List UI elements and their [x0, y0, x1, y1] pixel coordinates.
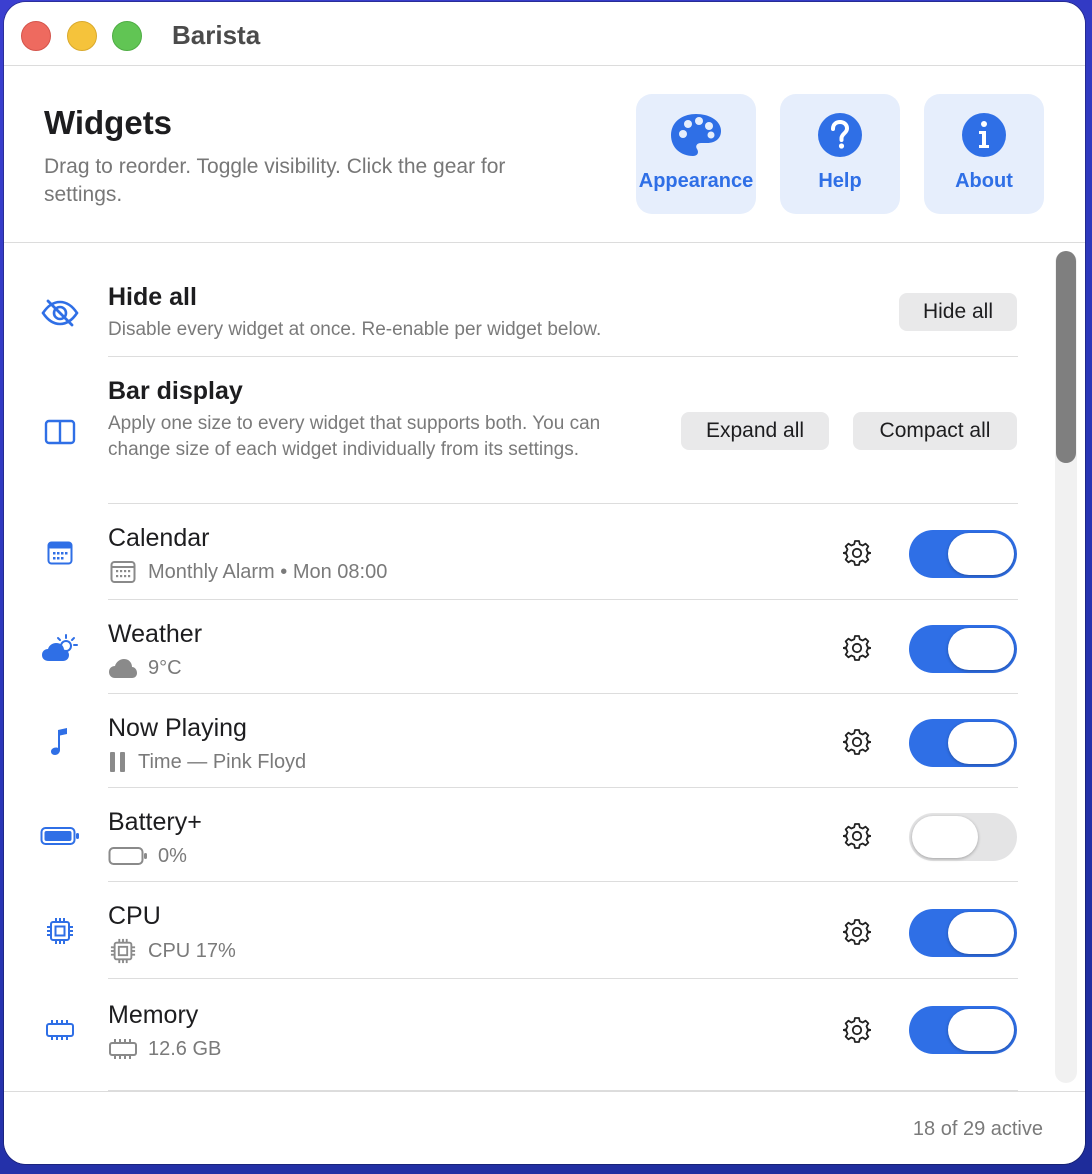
- title-bar: Barista: [4, 2, 1085, 66]
- page-subtitle: Drag to reorder. Toggle visibility. Clic…: [44, 155, 506, 206]
- battery-empty-icon: [108, 843, 148, 869]
- minimize-window-button[interactable]: [67, 21, 97, 51]
- window-title: Barista: [172, 20, 261, 50]
- widget-row-calendar[interactable]: Calendar Monthly Alarm • Mon 08:00: [4, 504, 1044, 600]
- active-count: 18 of 29 active: [912, 1118, 1043, 1140]
- bar-display-row: Bar display Apply one size to every widg…: [4, 357, 1044, 504]
- widget-name: Calendar: [108, 524, 210, 552]
- info-circle-icon: [962, 113, 1006, 157]
- hide-all-title: Hide all: [108, 283, 197, 311]
- scrollbar-thumb[interactable]: [1056, 251, 1076, 463]
- compact-all-button[interactable]: Compact all: [853, 412, 1017, 450]
- calendar-icon: [40, 533, 80, 573]
- gear-icon[interactable]: [840, 1013, 874, 1047]
- cloud-icon: [108, 655, 138, 681]
- about-button[interactable]: About: [924, 94, 1044, 214]
- widget-list[interactable]: Hide all Disable every widget at once. R…: [4, 243, 1085, 1091]
- zoom-window-button[interactable]: [112, 21, 142, 51]
- cpu-icon: [108, 938, 138, 964]
- widget-status: 12.6 GB: [108, 1036, 221, 1062]
- widget-row-now-playing[interactable]: Now Playing Time — Pink Floyd: [4, 694, 1044, 788]
- palette-icon: [671, 114, 721, 156]
- widget-status: Monthly Alarm • Mon 08:00: [108, 559, 387, 585]
- gear-icon[interactable]: [840, 725, 874, 759]
- widget-name: Memory: [108, 1001, 199, 1029]
- widget-status-text: 12.6 GB: [148, 1037, 222, 1060]
- help-label: Help: [818, 170, 862, 192]
- bar-display-description: Apply one size to every widget that supp…: [108, 413, 601, 460]
- split-rectangle-icon: [40, 412, 80, 452]
- widget-status: 0%: [108, 843, 187, 869]
- close-window-button[interactable]: [21, 21, 51, 51]
- question-circle-icon: [818, 113, 862, 157]
- widget-status-text: Monthly Alarm • Mon 08:00: [148, 560, 388, 583]
- hide-all-row: Hide all Disable every widget at once. R…: [4, 243, 1044, 357]
- gear-icon[interactable]: [840, 819, 874, 853]
- gear-icon[interactable]: [840, 631, 874, 665]
- memory-chip-icon: [108, 1036, 138, 1062]
- widget-toggle-cpu[interactable]: [909, 909, 1017, 957]
- battery-full-icon: [40, 816, 80, 856]
- appearance-label: Appearance: [638, 170, 754, 192]
- help-button[interactable]: Help: [780, 94, 900, 214]
- memory-chip-icon: [40, 1010, 80, 1050]
- gear-icon[interactable]: [840, 536, 874, 570]
- widget-name: Weather: [108, 620, 203, 648]
- calendar-icon: [108, 559, 138, 585]
- music-note-icon: [40, 722, 80, 762]
- expand-all-button[interactable]: Expand all: [681, 412, 829, 450]
- widget-status-text: CPU 17%: [148, 939, 236, 962]
- widget-toggle-battery[interactable]: [909, 813, 1017, 861]
- widget-status: CPU 17%: [108, 938, 236, 964]
- widget-toggle-memory[interactable]: [909, 1006, 1017, 1054]
- about-label: About: [955, 170, 1013, 192]
- gear-icon[interactable]: [840, 915, 874, 949]
- cloud-sun-icon: [40, 628, 80, 668]
- widget-toggle-calendar[interactable]: [909, 530, 1017, 578]
- widget-status: 9°C: [108, 655, 182, 681]
- widget-status-text: 9°C: [148, 656, 182, 679]
- widget-toggle-now-playing[interactable]: [909, 719, 1017, 767]
- page-header: Widgets Drag to reorder. Toggle visibili…: [4, 66, 1085, 243]
- widget-status-text: 0%: [158, 844, 187, 867]
- widget-row-weather[interactable]: Weather 9°C: [4, 600, 1044, 694]
- widget-row-battery[interactable]: Battery+ 0%: [4, 788, 1044, 882]
- widget-toggle-weather[interactable]: [909, 625, 1017, 673]
- hide-all-description: Disable every widget at once. Re-enable …: [108, 319, 602, 340]
- widget-name: Battery+: [108, 808, 202, 836]
- footer: 18 of 29 active: [4, 1091, 1085, 1164]
- widget-status: Time — Pink Floyd: [108, 749, 306, 775]
- widget-row-memory[interactable]: Memory 12.6 GB: [4, 979, 1044, 1091]
- widget-status-text: Time — Pink Floyd: [138, 750, 307, 773]
- widget-row-cpu[interactable]: CPU CPU 17%: [4, 882, 1044, 979]
- eye-slash-icon: [40, 293, 80, 333]
- cpu-icon: [40, 911, 80, 951]
- widget-name: Now Playing: [108, 714, 247, 742]
- pause-icon: [108, 749, 128, 775]
- app-window: Barista Widgets Drag to reorder. Toggle …: [4, 2, 1085, 1164]
- hide-all-button[interactable]: Hide all: [899, 293, 1017, 331]
- bar-display-title: Bar display: [108, 377, 243, 405]
- appearance-button[interactable]: Appearance: [636, 94, 756, 214]
- widget-name: CPU: [108, 902, 161, 930]
- page-title: Widgets: [44, 104, 173, 141]
